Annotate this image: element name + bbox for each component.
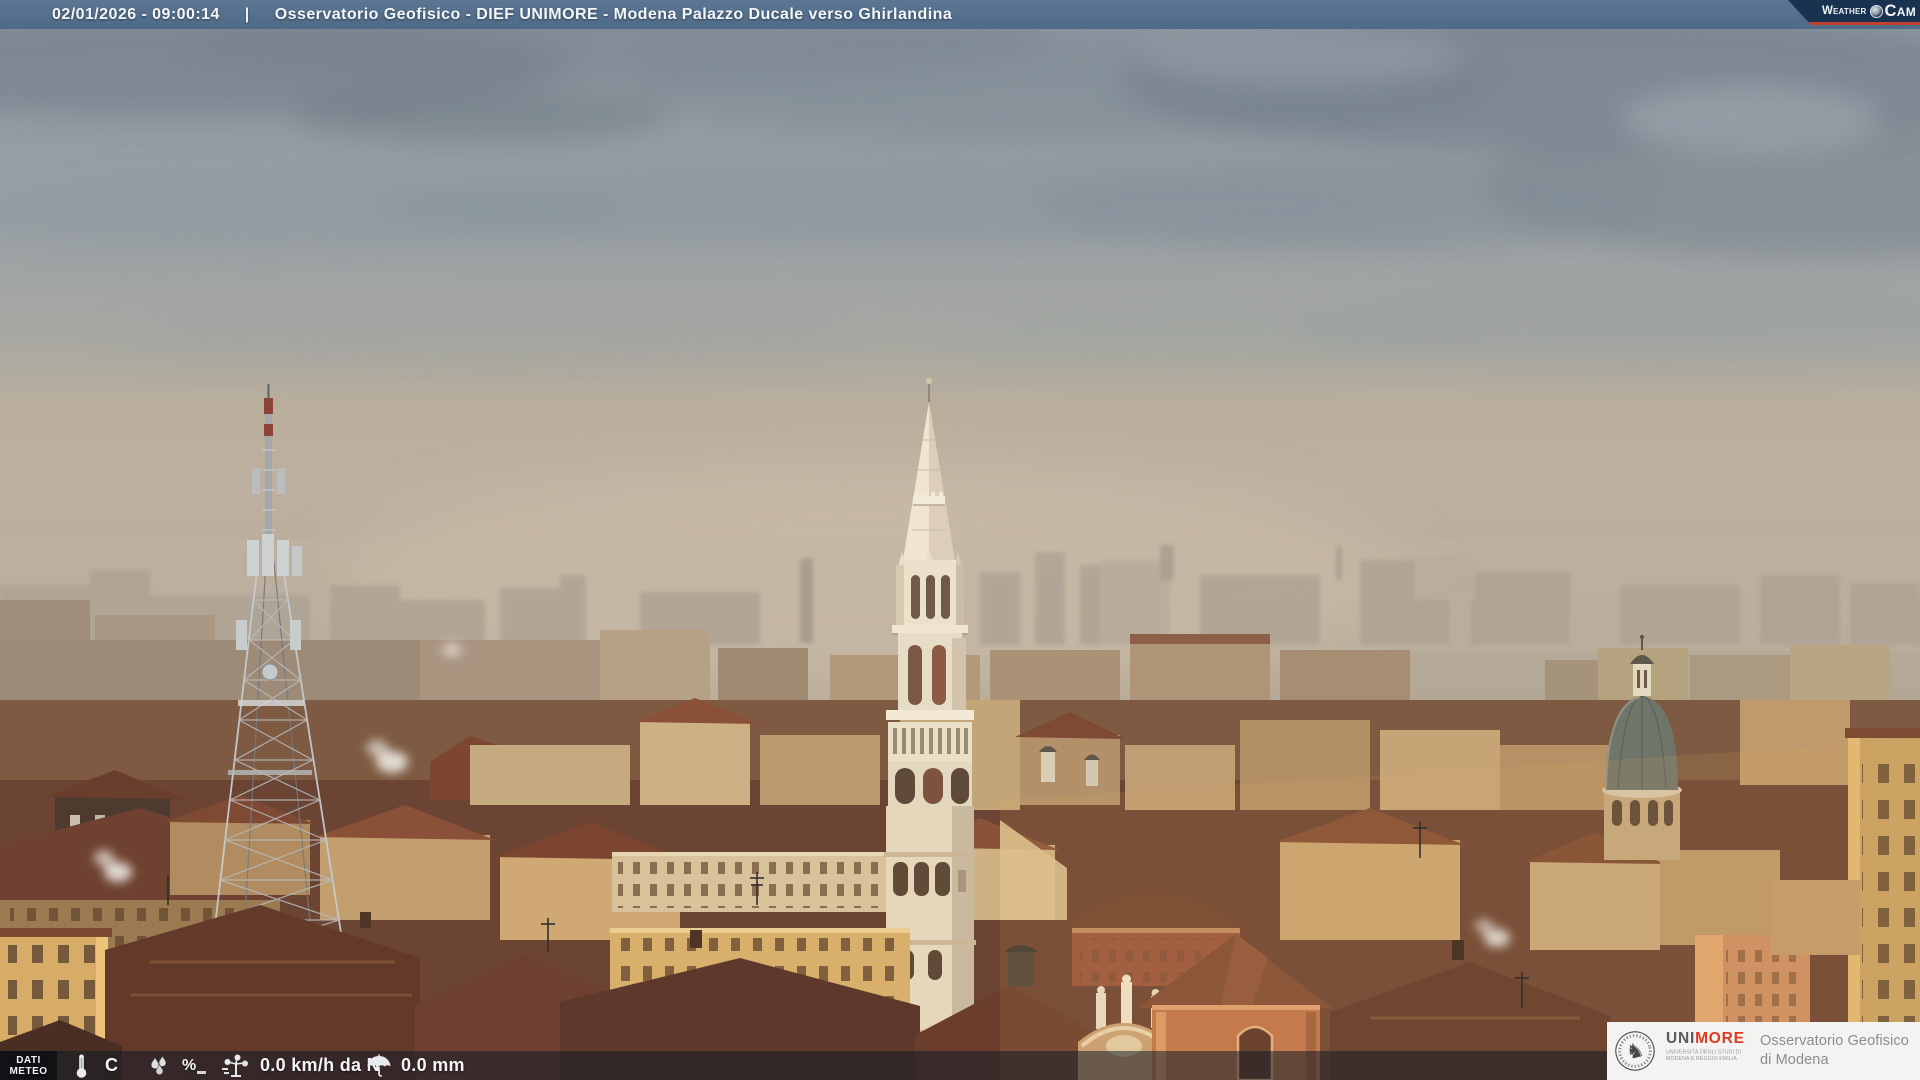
- webcam-frame: 02/01/2026 - 09:00:14 | Osservatorio Geo…: [0, 0, 1920, 1080]
- city-panorama: [0, 0, 1920, 1080]
- svg-text:♞: ♞: [1623, 1037, 1646, 1065]
- dati-meteo-label: DATI METEO: [0, 1051, 57, 1080]
- unimore-banner: ♞ UNIMORE UNIVERSITÀ DEGLI STUDI DI MODE…: [1607, 1022, 1920, 1080]
- unimore-uni-text: UNI: [1666, 1030, 1696, 1047]
- humidity-unit: %: [182, 1056, 197, 1074]
- thermometer-icon: [76, 1054, 87, 1078]
- rain-value: 0.0 mm: [401, 1055, 465, 1075]
- camera-lens-icon: [1869, 4, 1883, 18]
- unimore-more-text: MORE: [1695, 1030, 1745, 1047]
- wind-anemometer-icon: [222, 1054, 248, 1077]
- rain-reading: 0.0 mm: [366, 1051, 465, 1080]
- unimore-subtitle: UNIVERSITÀ DEGLI STUDI DI MODENA E REGGI…: [1666, 1049, 1742, 1062]
- weathercam-logo: Weather Cam: [1788, 0, 1920, 25]
- datetime-title-separator: |: [244, 5, 250, 23]
- datetime-text: 02/01/2026 - 09:00:14: [52, 5, 220, 23]
- humidity-reading: %: [148, 1051, 197, 1080]
- camera-title: Osservatorio Geofisico - DIEF UNIMORE - …: [274, 5, 953, 23]
- humidity-icon: [151, 1056, 166, 1074]
- wind-value: 0.0 km/h da N: [260, 1055, 380, 1075]
- umbrella-icon: [367, 1054, 391, 1077]
- observatory-name: Osservatorio Geofisico di Modena: [1760, 1033, 1909, 1068]
- top-info-bar: 02/01/2026 - 09:00:14 | Osservatorio Geo…: [0, 0, 1920, 29]
- unimore-wordmark: UNIMORE UNIVERSITÀ DEGLI STUDI DI MODENA…: [1666, 1031, 1752, 1071]
- wind-reading: 0.0 km/h da N: [197, 1051, 380, 1080]
- temperature-reading: C: [74, 1051, 118, 1080]
- weathercam-word-weather: Weather: [1821, 5, 1867, 17]
- unimore-seal-icon: ♞: [1615, 1031, 1655, 1071]
- wind-direction-dash: [197, 1071, 206, 1074]
- weathercam-word-cam: Cam: [1884, 1, 1916, 20]
- temperature-unit: C: [105, 1055, 119, 1075]
